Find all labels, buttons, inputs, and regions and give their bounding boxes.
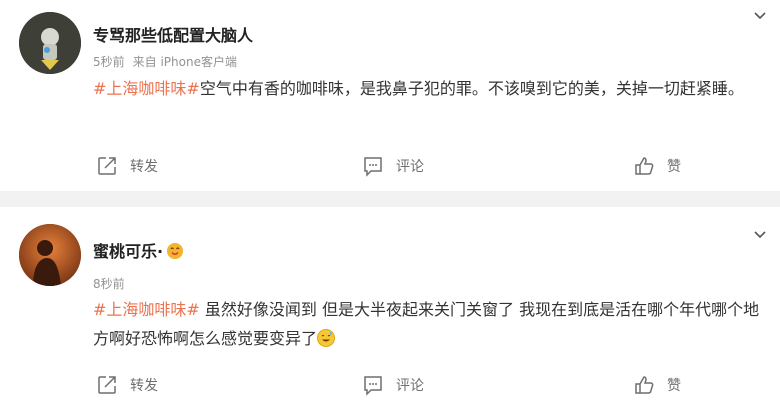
comment-label: 评论 [396, 159, 424, 175]
forward-label: 转发 [130, 159, 158, 175]
hashtag-link[interactable]: #上海咖啡味# [93, 79, 200, 98]
like-icon [635, 157, 654, 175]
post-content: #上海咖啡味# 虽然好像没闻到 但是大半夜起来关门关窗了 我现在到底是活在哪个年… [93, 295, 763, 353]
forward-label: 转发 [130, 378, 158, 394]
post-source: 来自 iPhone客户端 [132, 55, 237, 69]
post-card: 专骂那些低配置大脑人 5秒前 来自 iPhone客户端 #上海咖啡味#空气中有香的… [0, 0, 780, 191]
comment-button[interactable]: 评论 [362, 152, 424, 180]
forward-icon [98, 157, 116, 175]
verified-badge-icon [167, 243, 184, 259]
like-button[interactable]: 赞 [633, 371, 681, 399]
like-label: 赞 [667, 159, 681, 175]
like-label: 赞 [667, 378, 681, 394]
avatar[interactable] [19, 224, 81, 286]
like-icon [635, 376, 654, 394]
chevron-down-icon[interactable] [752, 227, 768, 243]
action-bar: 转发 评论 赞 [0, 152, 780, 180]
comment-button[interactable]: 评论 [362, 371, 424, 399]
like-button[interactable]: 赞 [633, 152, 681, 180]
forward-button[interactable]: 转发 [96, 371, 158, 399]
username-text[interactable]: 蜜桃可乐· [93, 242, 163, 261]
comment-label: 评论 [396, 378, 424, 394]
forward-button[interactable]: 转发 [96, 152, 158, 180]
comment-icon [364, 157, 382, 177]
post-meta: 5秒前 来自 iPhone客户端 [93, 53, 237, 70]
comment-icon [364, 376, 382, 396]
hashtag-link[interactable]: #上海咖啡味# [93, 300, 200, 319]
avatar[interactable] [19, 12, 81, 74]
post-card: 蜜桃可乐· 8秒前 #上海咖啡味# 虽然好像没闻到 但是大半夜起来关门关窗了 我… [0, 207, 780, 402]
post-time[interactable]: 8秒前 [93, 277, 125, 291]
post-text: 空气中有香的咖啡味，是我鼻子犯的罪。不该嗅到它的美，关掉一切赶紧睡。 [199, 79, 744, 98]
username: 蜜桃可乐· [93, 238, 184, 262]
forward-icon [98, 376, 116, 394]
post-meta: 8秒前 [93, 275, 125, 292]
chevron-down-icon[interactable] [752, 8, 768, 24]
username[interactable]: 专骂那些低配置大脑人 [93, 22, 253, 46]
post-content: #上海咖啡味#空气中有香的咖啡味，是我鼻子犯的罪。不该嗅到它的美，关掉一切赶紧睡… [93, 74, 763, 103]
action-bar: 转发 评论 赞 [0, 371, 780, 399]
emoji-icon [317, 329, 336, 347]
post-time[interactable]: 5秒前 [93, 55, 125, 69]
